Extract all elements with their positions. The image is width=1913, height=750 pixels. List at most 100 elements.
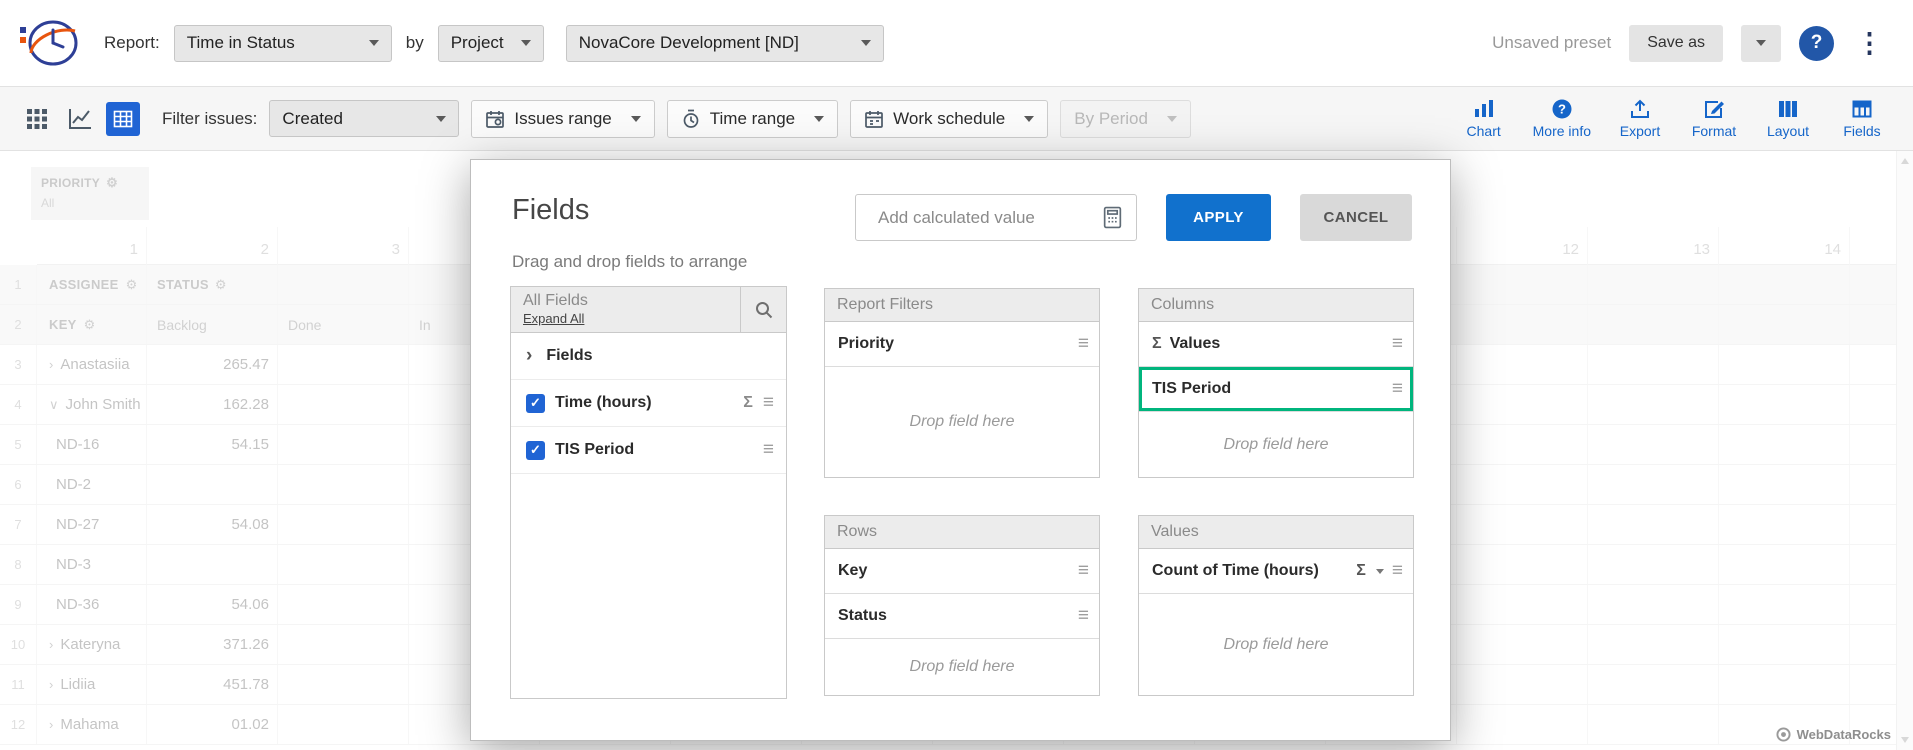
more-info-button[interactable]: ? More info: [1533, 98, 1591, 139]
all-fields-list: Fields Time (hours) TIS Period: [510, 333, 787, 699]
layout-button[interactable]: Layout: [1763, 98, 1813, 139]
rows-body: Key Status Drop field here: [824, 549, 1100, 696]
column-item-values[interactable]: Values: [1139, 322, 1413, 367]
field-item-tis-period[interactable]: TIS Period: [511, 427, 786, 474]
fields-tree-label: Fields: [542, 347, 774, 365]
columns-icon: [1777, 98, 1799, 120]
save-as-menu-button[interactable]: [1741, 25, 1781, 62]
search-icon: [755, 301, 773, 319]
webdatarocks-watermark[interactable]: WebDataRocks: [1776, 727, 1891, 742]
toolbar: Filter issues: Created Issues range Time…: [0, 86, 1913, 151]
filter-item-priority[interactable]: Priority: [825, 322, 1099, 367]
columns-title: Columns: [1138, 288, 1414, 322]
field-label: Key: [838, 562, 1070, 580]
time-range-dropdown[interactable]: Time range: [667, 100, 838, 138]
field-label: Priority: [838, 335, 1070, 353]
drag-handle-icon[interactable]: [1392, 378, 1403, 400]
drop-zone[interactable]: Drop field here: [825, 367, 1099, 477]
field-item-time-hours[interactable]: Time (hours): [511, 380, 786, 427]
drag-handle-icon[interactable]: [763, 439, 774, 461]
project-value: NovaCore Development [ND]: [579, 33, 799, 53]
drag-handle-icon[interactable]: [1078, 333, 1089, 355]
drag-handle-icon[interactable]: [1078, 560, 1089, 582]
checkbox-checked-icon[interactable]: [526, 441, 545, 460]
chevron-down-icon: [1024, 116, 1034, 122]
watermark-text: WebDataRocks: [1797, 727, 1891, 742]
report-filters-title: Report Filters: [824, 288, 1100, 322]
value-item-count-time-hours[interactable]: Count of Time (hours): [1139, 549, 1413, 594]
app-header: Report: Time in Status by Project NovaCo…: [0, 0, 1913, 86]
save-as-button[interactable]: Save as: [1629, 25, 1723, 62]
report-filters-body: Priority Drop field here: [824, 322, 1100, 478]
project-dropdown[interactable]: NovaCore Development [ND]: [566, 25, 884, 62]
sigma-icon: [743, 394, 753, 412]
chart-label: Chart: [1467, 123, 1501, 139]
kebab-menu-button[interactable]: [1852, 30, 1887, 57]
preset-status: Unsaved preset: [1492, 33, 1611, 53]
row-item-key[interactable]: Key: [825, 549, 1099, 594]
drag-handle-icon[interactable]: [1392, 560, 1403, 582]
all-fields-header: All Fields Expand All: [510, 286, 787, 333]
apply-button[interactable]: APPLY: [1166, 194, 1271, 241]
field-label: TIS Period: [1152, 380, 1384, 398]
help-button[interactable]: ?: [1799, 26, 1834, 61]
export-button[interactable]: Export: [1615, 98, 1665, 139]
report-filters-panel: Report Filters Priority Drop field here: [824, 288, 1100, 478]
dialog-title: Fields: [512, 194, 589, 227]
expand-all-link[interactable]: Expand All: [523, 311, 584, 326]
cancel-button[interactable]: CANCEL: [1300, 194, 1412, 241]
column-item-tis-period-selected[interactable]: TIS Period: [1139, 367, 1413, 412]
calculator-icon: [1101, 206, 1124, 229]
export-icon: [1629, 98, 1651, 120]
issues-range-dropdown[interactable]: Issues range: [471, 100, 654, 138]
filter-issues-label: Filter issues:: [162, 109, 257, 129]
view-switcher: [20, 102, 140, 136]
export-label: Export: [1620, 123, 1660, 139]
field-label: Status: [838, 607, 1070, 625]
drop-zone[interactable]: Drop field here: [1139, 412, 1413, 477]
drag-handle-icon[interactable]: [1078, 605, 1089, 627]
drag-handle-icon[interactable]: [1392, 333, 1403, 355]
chevron-down-icon: [631, 116, 641, 122]
chevron-down-icon: [436, 116, 446, 122]
toolbar-actions: Chart ? More info Export: [1459, 98, 1887, 139]
table-view-icon[interactable]: [106, 102, 140, 136]
field-label: Values: [1170, 335, 1384, 353]
drag-handle-icon[interactable]: [763, 392, 774, 414]
format-label: Format: [1692, 123, 1736, 139]
values-title: Values: [1138, 515, 1414, 549]
report-type-dropdown[interactable]: Time in Status: [174, 25, 392, 62]
grid-view-icon[interactable]: [20, 102, 54, 136]
webdatarocks-logo-icon: [1776, 727, 1791, 742]
drop-zone[interactable]: Drop field here: [1139, 594, 1413, 695]
fields-tree-root[interactable]: Fields: [511, 333, 786, 380]
time-range-icon: [681, 109, 701, 129]
row-item-status[interactable]: Status: [825, 594, 1099, 639]
all-fields-title: All Fields: [523, 292, 728, 310]
bar-chart-icon: [1473, 98, 1495, 120]
issues-range-label: Issues range: [514, 109, 611, 129]
by-period-dropdown: By Period: [1060, 100, 1191, 138]
fields-button[interactable]: Fields: [1837, 98, 1887, 139]
add-calculated-value-button[interactable]: Add calculated value: [855, 194, 1137, 241]
chart-button[interactable]: Chart: [1459, 98, 1509, 139]
work-schedule-dropdown[interactable]: Work schedule: [850, 100, 1048, 138]
work-schedule-label: Work schedule: [893, 109, 1005, 129]
filter-issues-dropdown[interactable]: Created: [269, 100, 459, 137]
chevron-down-icon: [1756, 40, 1766, 46]
fields-dialog: Fields Drag and drop fields to arrange A…: [470, 159, 1451, 741]
all-fields-panel: All Fields Expand All Fields: [510, 286, 787, 699]
group-by-dropdown[interactable]: Project: [438, 25, 544, 62]
filter-issues-value: Created: [282, 109, 342, 129]
chart-view-icon[interactable]: [63, 102, 97, 136]
field-search-button[interactable]: [740, 287, 786, 332]
dialog-subtitle: Drag and drop fields to arrange: [512, 252, 747, 272]
checkbox-checked-icon[interactable]: [526, 394, 545, 413]
fields-label: Fields: [1843, 123, 1880, 139]
chevron-down-icon: [814, 116, 824, 122]
format-button[interactable]: Format: [1689, 98, 1739, 139]
aggregation-chevron-icon[interactable]: [1376, 569, 1384, 574]
drop-zone[interactable]: Drop field here: [825, 639, 1099, 695]
all-fields-header-left: All Fields Expand All: [511, 287, 740, 332]
field-label: TIS Period: [555, 441, 753, 459]
